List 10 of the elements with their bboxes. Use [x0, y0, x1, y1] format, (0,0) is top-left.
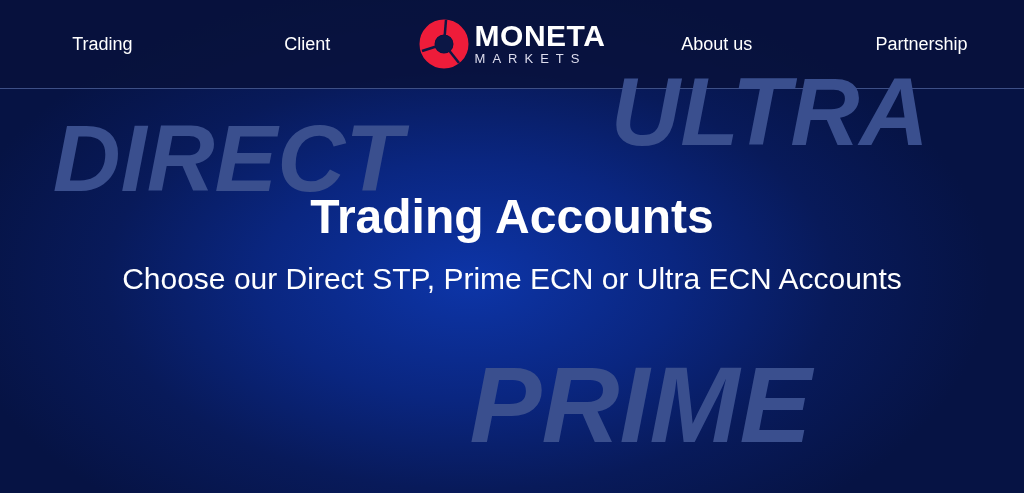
hero-subtitle: Choose our Direct STP, Prime ECN or Ultra ECN Accounts	[122, 262, 902, 296]
nav-link[interactable]: Client	[284, 33, 331, 55]
nav-link[interactable]: About us	[681, 33, 753, 55]
brand-tagline: MARKETS	[474, 51, 587, 67]
nav-link[interactable]: Partnership	[875, 33, 968, 55]
logo-icon	[418, 19, 469, 69]
background-word: ULTRA	[609, 57, 930, 167]
brand-name: MONETA	[474, 21, 606, 51]
background-word: PRIME	[468, 343, 815, 467]
nav-link[interactable]: Trading	[72, 33, 133, 55]
